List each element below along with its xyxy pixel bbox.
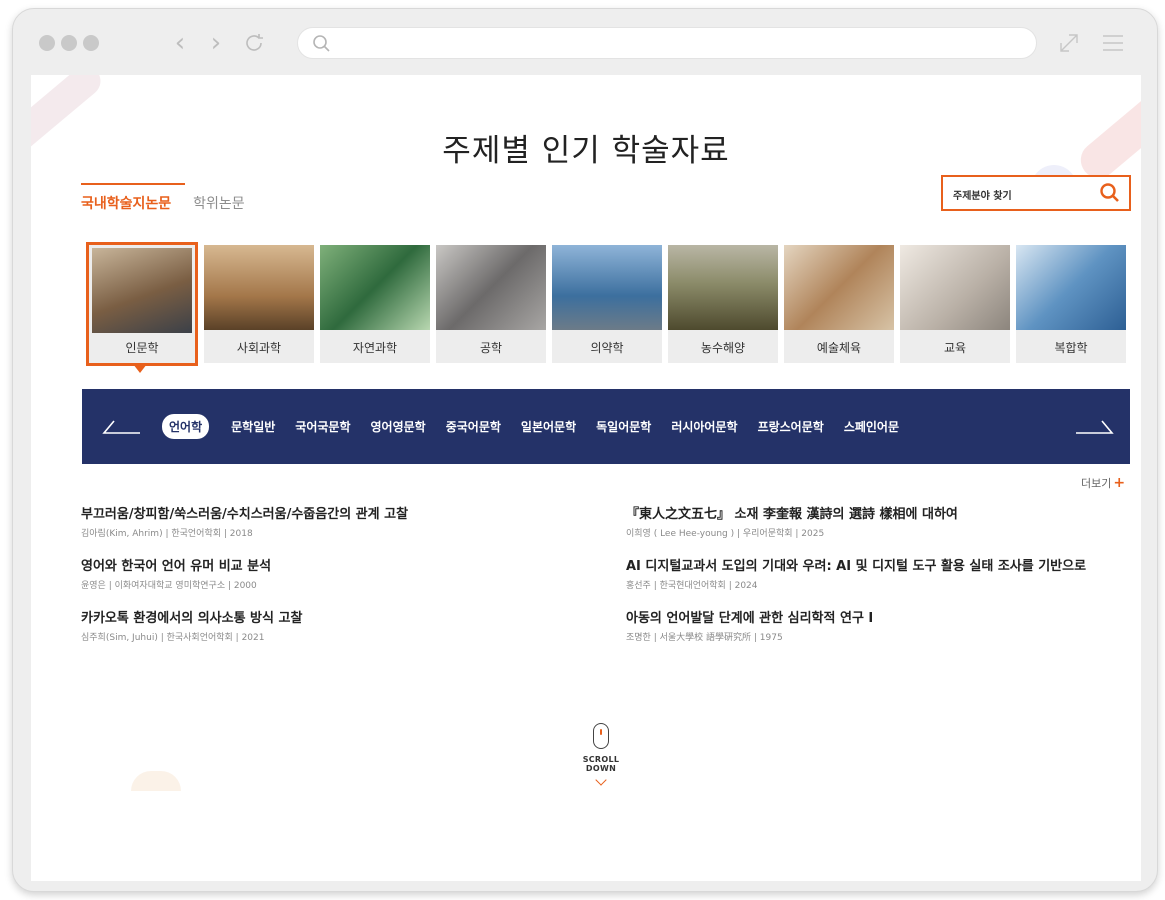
page-viewport: 주제별 인기 학술자료 국내학술지논문 학위논문 주제분야 찾기 인문학 사회과…	[31, 75, 1141, 881]
paper-item[interactable]: AI 디지털교과서 도입의 기대와 우려: AI 및 디지털 도구 활용 실태 …	[626, 555, 1141, 591]
paper-item[interactable]: 『東人之文五七』 소재 李奎報 漢詩의 選詩 樣相에 대하여 이희영 ( Lee…	[626, 503, 1141, 539]
category-label: 공학	[479, 341, 503, 355]
subcategory-item[interactable]: 문학일반	[231, 418, 275, 435]
decoration-arc	[131, 771, 181, 791]
subcategory-item[interactable]: 중국어문학	[446, 418, 501, 435]
paper-title[interactable]: 카카오톡 환경에서의 의사소통 방식 고찰	[81, 607, 621, 626]
subcategory-item[interactable]: 프랑스어문학	[758, 418, 824, 435]
browser-toolbar: ‹ ›	[13, 9, 1157, 75]
subject-search-label: 주제분야 찾기	[953, 191, 1012, 202]
category-label: 예술체육	[816, 341, 862, 355]
subcategory-item[interactable]: 일본어문학	[521, 418, 576, 435]
subcategory-item[interactable]: 영어영문학	[371, 418, 426, 435]
paper-title[interactable]: 영어와 한국어 언어 유머 비교 분석	[81, 555, 621, 574]
category-image	[668, 245, 778, 330]
category-engineering[interactable]: 공학	[436, 245, 546, 363]
menu-icon[interactable]	[1097, 27, 1129, 59]
category-image	[204, 245, 314, 330]
window-dot-close[interactable]	[39, 35, 55, 51]
window-dot-maximize[interactable]	[83, 35, 99, 51]
paper-title[interactable]: 부끄러움/창피함/쑥스러움/수치스러움/수줍음간의 관계 고찰	[81, 503, 621, 522]
search-icon	[312, 34, 332, 58]
category-label: 인문학	[125, 341, 159, 355]
window-dot-minimize[interactable]	[61, 35, 77, 51]
category-image	[552, 245, 662, 330]
more-label: 더보기	[1081, 477, 1112, 490]
category-label: 의약학	[590, 341, 624, 355]
category-label: 자연과학	[352, 341, 398, 355]
subcategory-bar: 언어학 문학일반 국어국문학 영어영문학 중국어문학 일본어문학 독일어문학 러…	[82, 389, 1130, 464]
category-image	[900, 245, 1010, 330]
category-arts-sports[interactable]: 예술체육	[784, 245, 894, 363]
page-title: 주제별 인기 학술자료	[442, 133, 730, 169]
back-icon[interactable]: ‹	[165, 23, 195, 63]
paper-meta: 이희영 ( Lee Hee-young ) | 우리어문학회 | 2025	[626, 529, 825, 539]
category-label: 사회과학	[236, 341, 282, 355]
expand-icon[interactable]	[1053, 27, 1085, 59]
subcategory-item[interactable]: 언어학	[162, 414, 210, 439]
arrow-left-icon[interactable]	[100, 413, 142, 437]
plus-icon: +	[1113, 475, 1126, 491]
paper-meta: 조명한 | 서울大學校 語學硏究所 | 1975	[626, 633, 783, 643]
subcategory-item[interactable]: 국어국문학	[295, 418, 350, 435]
category-medicine[interactable]: 의약학	[552, 245, 662, 363]
paper-item[interactable]: 부끄러움/창피함/쑥스러움/수치스러움/수줍음간의 관계 고찰 김아림(Kim,…	[81, 503, 621, 539]
paper-meta: 홍선주 | 한국현대언어학회 | 2024	[626, 581, 758, 591]
paper-type-tabs: 국내학술지논문 학위논문	[81, 183, 259, 215]
scroll-down-indicator[interactable]: SCROLL DOWN	[571, 723, 631, 786]
category-image	[1016, 245, 1126, 330]
category-image	[320, 245, 430, 330]
subcategory-list: 언어학 문학일반 국어국문학 영어영문학 중국어문학 일본어문학 독일어문학 러…	[162, 389, 919, 464]
category-image	[436, 245, 546, 330]
category-strip: 인문학 사회과학 자연과학 공학 의약학 농수해양 예술체육 교육 복합학	[86, 242, 1132, 366]
category-image	[92, 248, 192, 333]
reload-icon[interactable]	[239, 23, 269, 63]
category-label: 교육	[943, 341, 967, 355]
paper-meta: 김아림(Kim, Ahrim) | 한국언어학회 | 2018	[81, 529, 253, 539]
category-interdisciplinary[interactable]: 복합학	[1016, 245, 1126, 363]
paper-meta: 심주희(Sim, Juhui) | 한국사회언어학회 | 2021	[81, 633, 265, 643]
browser-window: ‹ › 주제별 인기 학술자료 국내학술지논문 학위논문 주제분야 찾기 인문학…	[12, 8, 1158, 892]
scroll-down-label: SCROLL DOWN	[582, 755, 620, 773]
paper-title[interactable]: 『東人之文五七』 소재 李奎報 漢詩의 選詩 樣相에 대하여	[626, 503, 1141, 522]
mouse-icon	[593, 723, 609, 749]
category-image	[784, 245, 894, 330]
search-icon[interactable]	[1099, 182, 1121, 208]
tab-dissertation[interactable]: 학위논문	[185, 193, 259, 215]
more-link[interactable]: 더보기 +	[1081, 475, 1125, 491]
subcategory-item[interactable]: 독일어문학	[596, 418, 651, 435]
paper-title[interactable]: AI 디지털교과서 도입의 기대와 우려: AI 및 디지털 도구 활용 실태 …	[626, 555, 1141, 574]
paper-meta: 윤영은 | 이화여자대학교 영미학연구소 | 2000	[81, 581, 257, 591]
arrow-right-icon[interactable]	[1074, 413, 1116, 437]
paper-item[interactable]: 아동의 언어발달 단계에 관한 심리학적 연구 Ⅰ 조명한 | 서울大學校 語學…	[626, 607, 1141, 643]
category-humanities[interactable]: 인문학	[86, 242, 198, 366]
subcategory-item[interactable]: 스페인어문	[844, 418, 899, 435]
category-social-science[interactable]: 사회과학	[204, 245, 314, 363]
subcategory-item[interactable]: 러시아어문학	[671, 418, 737, 435]
category-education[interactable]: 교육	[900, 245, 1010, 363]
selected-category-pointer	[133, 364, 147, 373]
chevron-down-icon	[595, 774, 607, 786]
paper-item[interactable]: 영어와 한국어 언어 유머 비교 분석 윤영은 | 이화여자대학교 영미학연구소…	[81, 555, 621, 591]
tab-domestic-journal[interactable]: 국내학술지논문	[81, 183, 186, 212]
category-label: 복합학	[1054, 341, 1088, 355]
paper-item[interactable]: 카카오톡 환경에서의 의사소통 방식 고찰 심주희(Sim, Juhui) | …	[81, 607, 621, 643]
category-natural-science[interactable]: 자연과학	[320, 245, 430, 363]
forward-icon[interactable]: ›	[201, 23, 231, 63]
subject-search-box[interactable]: 주제분야 찾기	[941, 175, 1131, 211]
category-agriculture-marine[interactable]: 농수해양	[668, 245, 778, 363]
address-bar[interactable]	[297, 27, 1037, 59]
category-label: 농수해양	[700, 341, 746, 355]
paper-title[interactable]: 아동의 언어발달 단계에 관한 심리학적 연구 Ⅰ	[626, 607, 1141, 626]
